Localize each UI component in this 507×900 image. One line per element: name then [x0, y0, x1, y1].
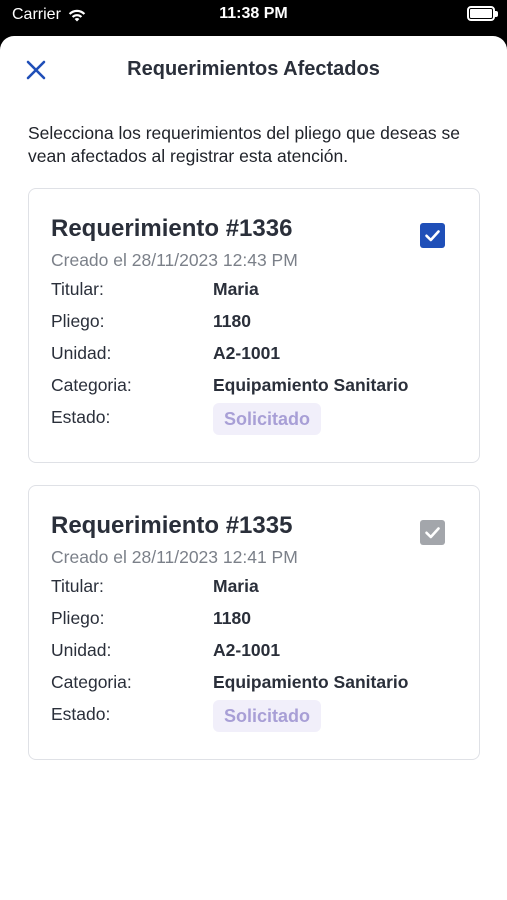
titular-label: Titular: [51, 279, 104, 299]
unidad-row: Unidad: A2-1001 [51, 343, 461, 367]
status-time: 11:38 PM [219, 5, 288, 22]
categoria-row: Categoria: Equipamiento Sanitario [51, 672, 461, 696]
page-title: Requerimientos Afectados [127, 58, 380, 80]
pliego-row: Pliego: 1180 [51, 311, 461, 335]
unidad-value: A2-1001 [213, 640, 281, 660]
categoria-value: Equipamiento Sanitario [213, 672, 409, 692]
intro-text: Selecciona los requerimientos del pliego… [28, 123, 460, 166]
unidad-value: A2-1001 [213, 343, 281, 363]
checkmark-icon [425, 527, 440, 539]
header: Requerimientos Afectados [0, 36, 507, 106]
unidad-label: Unidad: [51, 640, 112, 660]
battery-fill [470, 9, 492, 18]
status-badge: Solicitado [213, 700, 322, 732]
requirement-card[interactable]: Requerimiento #1336 Creado el 28/11/2023… [28, 188, 480, 463]
checkmark-icon [425, 230, 440, 242]
categoria-label: Categoria: [51, 672, 132, 692]
titular-row: Titular: Maria [51, 279, 461, 303]
estado-label: Estado: [51, 407, 111, 427]
pliego-row: Pliego: 1180 [51, 608, 461, 632]
estado-label: Estado: [51, 704, 111, 724]
requirement-title: Requerimiento #1336 [51, 215, 293, 242]
titular-label: Titular: [51, 576, 104, 596]
pliego-label: Pliego: [51, 311, 105, 331]
categoria-row: Categoria: Equipamiento Sanitario [51, 375, 461, 399]
unidad-row: Unidad: A2-1001 [51, 640, 461, 664]
pliego-value: 1180 [213, 311, 251, 331]
unidad-label: Unidad: [51, 343, 112, 363]
battery-icon [467, 6, 498, 21]
titular-row: Titular: Maria [51, 576, 461, 600]
status-bar: Carrier 11:38 PM [0, 0, 507, 36]
pliego-label: Pliego: [51, 608, 105, 628]
estado-row: Estado: Solicitado [51, 403, 461, 435]
requirement-checkbox[interactable] [420, 520, 445, 545]
modal-sheet: Requerimientos Afectados Selecciona los … [0, 36, 507, 900]
estado-row: Estado: Solicitado [51, 700, 461, 732]
requirement-date: Creado el 28/11/2023 12:41 PM [51, 547, 298, 567]
requirement-checkbox[interactable] [420, 223, 445, 248]
titular-value: Maria [213, 576, 259, 596]
titular-value: Maria [213, 279, 259, 299]
status-badge: Solicitado [213, 403, 322, 435]
categoria-label: Categoria: [51, 375, 132, 395]
pliego-value: 1180 [213, 608, 251, 628]
requirement-title: Requerimiento #1335 [51, 512, 293, 539]
requirement-card[interactable]: Requerimiento #1335 Creado el 28/11/2023… [28, 485, 480, 760]
categoria-value: Equipamiento Sanitario [213, 375, 409, 395]
requirement-date: Creado el 28/11/2023 12:43 PM [51, 250, 298, 270]
